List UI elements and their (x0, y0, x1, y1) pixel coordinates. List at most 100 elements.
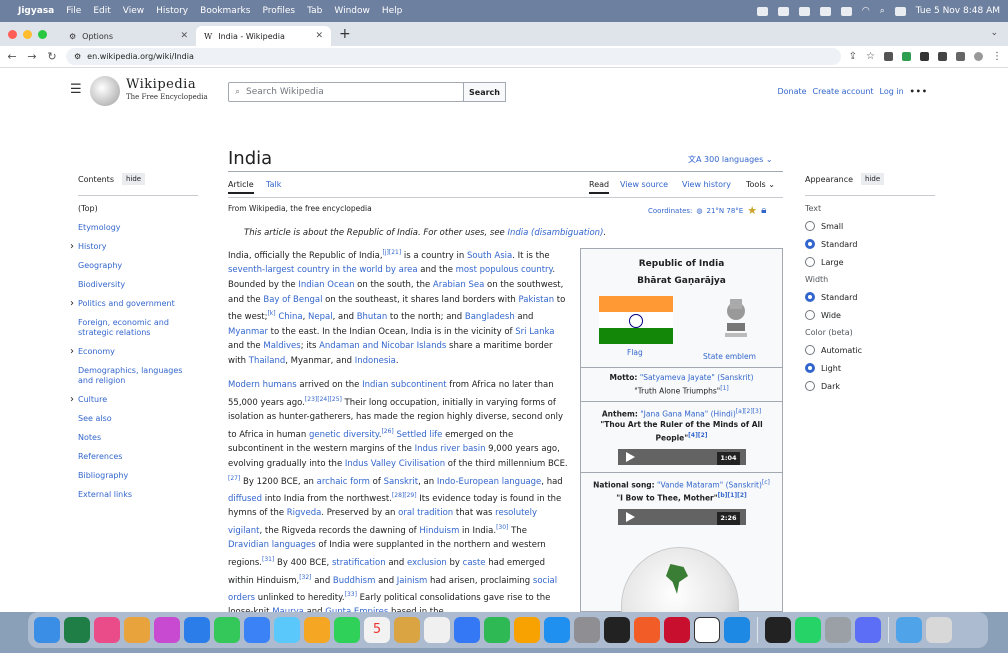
status-icon-2[interactable] (777, 6, 789, 16)
color-dark-radio[interactable]: Dark (805, 381, 935, 391)
toc-item-geography[interactable]: Geography (78, 261, 198, 271)
tab-talk[interactable]: Talk (266, 180, 281, 189)
status-icon-3[interactable] (798, 6, 810, 16)
link[interactable]: diffused (228, 494, 262, 504)
appearance-hide-button[interactable]: hide (861, 173, 885, 185)
motto-language-link[interactable]: (Sanskrit) (717, 373, 753, 382)
keynote-icon[interactable] (454, 617, 480, 643)
excel-icon[interactable] (64, 617, 90, 643)
wifi-icon[interactable]: ◠ (862, 6, 870, 16)
safari-icon[interactable] (184, 617, 210, 643)
extension-icon-1[interactable] (884, 52, 893, 61)
menu-view[interactable]: View (123, 6, 144, 16)
language-selector[interactable]: 文A 300 languages ⌄ (688, 154, 773, 165)
forward-button[interactable]: → (26, 50, 38, 63)
india-orthographic-map[interactable] (621, 547, 739, 612)
toc-item-history[interactable]: History (70, 241, 198, 254)
close-tab-icon[interactable]: ✕ (180, 31, 188, 41)
chrome-icon[interactable] (124, 617, 150, 643)
link[interactable]: Myanmar (228, 327, 268, 337)
song-language-link[interactable]: (Sanskrit) (726, 480, 762, 489)
link[interactable]: Indian subcontinent (362, 380, 446, 390)
link[interactable]: Indonesia (355, 356, 396, 366)
anthem-language-link[interactable]: (Hindi) (711, 409, 736, 418)
downloads-folder-icon[interactable] (896, 617, 922, 643)
close-tab-icon[interactable]: ✕ (315, 31, 323, 41)
close-window-button[interactable] (8, 29, 17, 39)
toc-item-politics[interactable]: Politics and government (70, 298, 198, 311)
zoom-window-button[interactable] (38, 29, 47, 39)
photos-icon[interactable] (304, 617, 330, 643)
color-automatic-radio[interactable]: Automatic (805, 345, 935, 355)
play-icon[interactable] (625, 451, 635, 462)
menu-profiles[interactable]: Profiles (262, 6, 295, 16)
tools-menu[interactable]: Tools ⌄ (746, 180, 775, 189)
link[interactable]: Andaman and Nicobar Islands (319, 341, 446, 351)
toc-item-top[interactable]: (Top) (78, 204, 198, 214)
text-size-large-radio[interactable]: Large (805, 257, 935, 267)
link[interactable]: Sri Lanka (515, 327, 554, 337)
finder-icon[interactable] (34, 617, 60, 643)
app-store-icon[interactable] (544, 617, 570, 643)
link[interactable]: Arabian Sea (433, 280, 484, 290)
link[interactable]: resolutely vigilant (228, 508, 537, 535)
menu-tab[interactable]: Tab (307, 6, 322, 16)
tab-options[interactable]: ⚙ Options ✕ (61, 26, 196, 46)
search-icon[interactable]: ⌕ (880, 6, 885, 16)
menu-file[interactable]: File (66, 6, 81, 16)
link[interactable]: Bay of Bengal (263, 295, 322, 305)
menu-app-name[interactable]: Jigyasa (18, 6, 54, 16)
battery-icon[interactable] (840, 6, 852, 16)
coordinates-value[interactable]: 21°N 78°E (707, 207, 744, 215)
share-icon[interactable]: ⇪ (849, 51, 857, 62)
trash-icon[interactable] (926, 617, 952, 643)
whatsapp-icon[interactable] (795, 617, 821, 643)
toc-item-economy[interactable]: Economy (70, 346, 198, 359)
profile-avatar[interactable] (974, 52, 983, 61)
link[interactable]: stratification (332, 558, 386, 568)
globe-icon[interactable]: ◍ (696, 207, 702, 215)
motto-link[interactable]: "Satyameva Jayate" (640, 373, 715, 382)
tab-view-source[interactable]: View source (620, 180, 668, 189)
create-account-link[interactable]: Create account (813, 87, 874, 96)
tab-search-chevron-icon[interactable]: ⌄ (990, 28, 998, 38)
menu-clock[interactable]: Tue 5 Nov 8:48 AM (916, 6, 1000, 16)
text-size-standard-radio[interactable]: Standard (805, 239, 935, 249)
link[interactable]: Bangladesh (465, 312, 515, 322)
link[interactable]: most populous country (456, 265, 553, 275)
swift-icon[interactable] (634, 617, 660, 643)
menu-history[interactable]: History (156, 6, 188, 16)
link[interactable]: Nepal (308, 312, 333, 322)
link[interactable]: caste (463, 558, 486, 568)
pages-icon[interactable] (514, 617, 540, 643)
flag-caption[interactable]: Flag (627, 348, 643, 357)
back-button[interactable]: ← (6, 50, 18, 63)
width-wide-radio[interactable]: Wide (805, 310, 935, 320)
toc-item-foreign-relations[interactable]: Foreign, economic and strategic relation… (78, 318, 198, 338)
toc-item-demographics[interactable]: Demographics, languages and religion (78, 366, 198, 386)
link[interactable]: Indian Ocean (298, 280, 354, 290)
link[interactable]: Rigveda (287, 508, 322, 518)
search-input[interactable]: ⌕ Search Wikipedia (228, 82, 464, 102)
more-menu-icon[interactable]: ⋮ (992, 51, 1002, 62)
vscode-icon[interactable] (724, 617, 750, 643)
notion-icon[interactable] (694, 617, 720, 643)
link[interactable]: South Asia (467, 251, 512, 261)
link[interactable]: Maldives (263, 341, 300, 351)
wikipedia-logo[interactable] (90, 76, 120, 106)
song-link[interactable]: "Vande Mataram" (657, 480, 723, 489)
anthem-link[interactable]: "Jana Gana Mana" (640, 409, 708, 418)
tab-read[interactable]: Read (589, 180, 610, 194)
extension-icon-3[interactable] (920, 52, 929, 61)
tab-india-wikipedia[interactable]: W India - Wikipedia ✕ (196, 26, 331, 46)
state-emblem-image[interactable] (719, 293, 753, 341)
toc-item-etymology[interactable]: Etymology (78, 223, 198, 233)
menu-bookmarks[interactable]: Bookmarks (200, 6, 250, 16)
main-menu-icon[interactable]: ☰ (70, 82, 82, 97)
app-icon[interactable] (825, 617, 851, 643)
minimize-window-button[interactable] (23, 29, 32, 39)
link[interactable]: oral tradition (398, 508, 453, 518)
launchpad-icon[interactable] (154, 617, 180, 643)
site-info-icon[interactable]: ⚙ (74, 52, 81, 61)
color-light-radio[interactable]: Light (805, 363, 935, 373)
